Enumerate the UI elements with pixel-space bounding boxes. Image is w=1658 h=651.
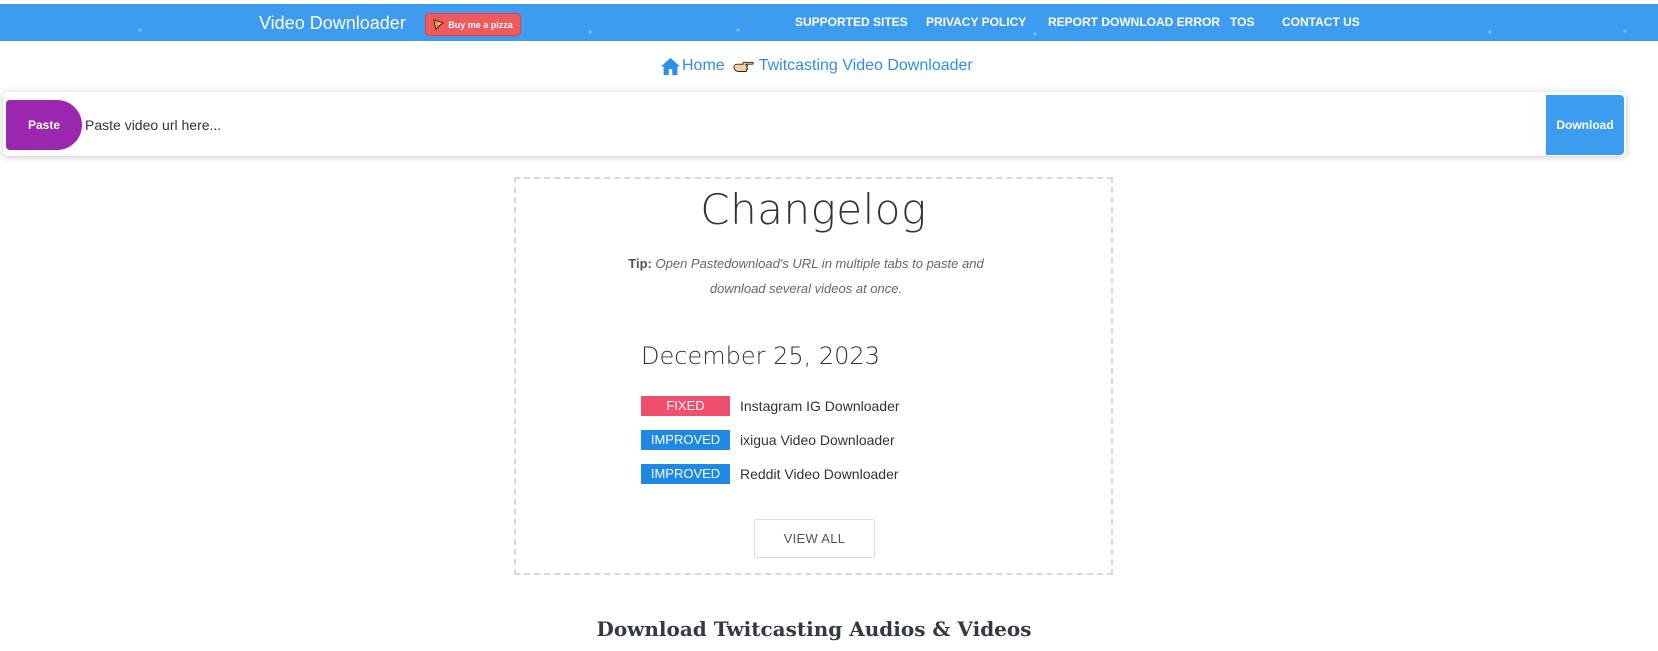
tip-text: Open Pastedownload's URL in multiple tab… xyxy=(655,256,984,296)
changelog-entry: IMPROVED Reddit Video Downloader xyxy=(641,463,899,484)
breadcrumb: Home Twitcasting Video Downloader xyxy=(660,54,973,78)
nav-tos[interactable]: TOS xyxy=(1230,15,1254,29)
changelog-entry: IMPROVED ixigua Video Downloader xyxy=(641,429,895,450)
nav-report-download-error[interactable]: REPORT DOWNLOAD ERROR xyxy=(1048,15,1220,29)
tip-label: Tip: xyxy=(628,256,652,271)
changelog-title: Changelog xyxy=(700,185,927,234)
nav-privacy-policy[interactable]: PRIVACY POLICY xyxy=(926,15,1026,29)
home-icon xyxy=(661,57,680,75)
nav-supported-sites[interactable]: SUPPORTED SITES xyxy=(795,15,908,29)
entry-text: Instagram IG Downloader xyxy=(740,397,900,414)
pointing-hand-icon xyxy=(733,61,754,72)
nav-contact-us[interactable]: CONTACT US xyxy=(1282,15,1360,29)
status-badge-fixed: FIXED xyxy=(641,395,730,416)
changelog-date: December 25, 2023 xyxy=(641,342,880,370)
brand-link[interactable]: Video Downloader xyxy=(259,13,406,33)
breadcrumb-current: Twitcasting Video Downloader xyxy=(758,57,973,74)
paste-button[interactable]: Paste xyxy=(6,100,82,150)
top-navbar: Video Downloader Buy me a pizza SUPPORTE… xyxy=(0,4,1658,41)
pizza-button-label: Buy me a pizza xyxy=(448,19,513,30)
pizza-icon xyxy=(433,19,445,30)
breadcrumb-home-link[interactable]: Home xyxy=(682,57,725,75)
video-url-input[interactable] xyxy=(83,106,1537,144)
entry-text: Reddit Video Downloader xyxy=(740,465,899,482)
buy-me-a-pizza-button[interactable]: Buy me a pizza xyxy=(425,13,521,36)
changelog-entry: FIXED Instagram IG Downloader xyxy=(641,395,900,416)
section-heading: Download Twitcasting Audios & Videos xyxy=(596,617,1032,641)
view-all-button[interactable]: VIEW ALL xyxy=(754,519,875,558)
entry-text: ixigua Video Downloader xyxy=(740,431,895,448)
status-badge-improved: IMPROVED xyxy=(641,463,730,484)
changelog-panel: Changelog Tip: Open Pastedownload's URL … xyxy=(514,177,1113,575)
url-search-bar: Paste Download xyxy=(3,92,1626,156)
download-button[interactable]: Download xyxy=(1546,95,1624,155)
status-badge-improved: IMPROVED xyxy=(641,429,730,450)
changelog-tip: Tip: Open Pastedownload's URL in multipl… xyxy=(626,251,986,301)
